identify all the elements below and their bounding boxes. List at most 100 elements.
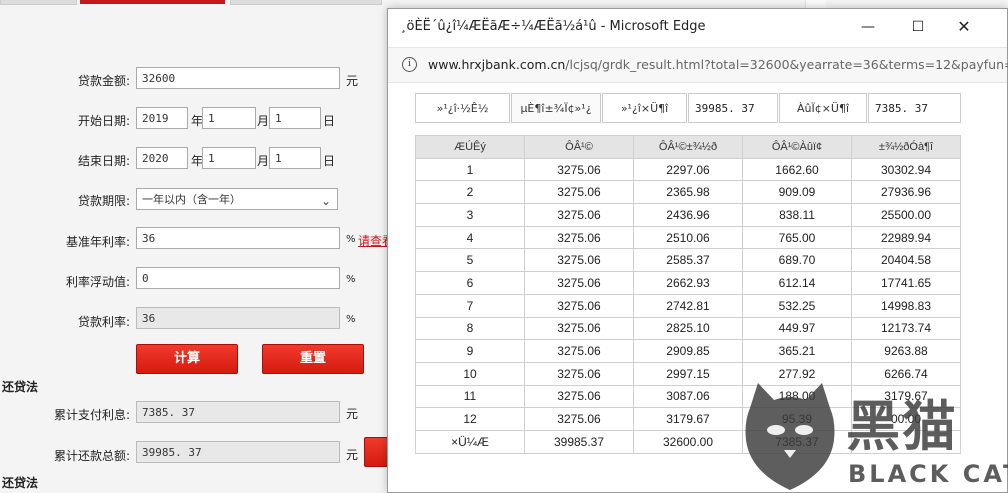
table-cell: 3087.06 — [633, 384, 743, 409]
table-cell: 449.97 — [742, 316, 852, 341]
table-cell: 2742.81 — [633, 293, 743, 318]
table-header-row: ÆÚÊý ÔÂ¹© ÔÂ¹©±¾½ð ÔÂ¹©Àûï¢ ±¾½ðÓà¶î — [415, 135, 961, 159]
table-cell: 3 — [415, 203, 525, 227]
base-rate-unit: % — [346, 234, 356, 245]
table-cell: 3275.06 — [524, 361, 634, 386]
table-row: 7 3275.06 2742.81 532.25 14998.83 — [415, 293, 961, 318]
end-date-label: 结束日期: — [77, 154, 130, 168]
start-date-label: 开始日期: — [77, 114, 130, 128]
table-cell: 14998.83 — [851, 293, 961, 318]
table-cell: 3275.06 — [524, 407, 634, 431]
table-cell: 6266.74 — [851, 361, 961, 386]
table-cell: 188.00 — [742, 384, 852, 409]
table-cell: 3179.67 — [851, 384, 961, 409]
table-cell: 9 — [415, 339, 525, 363]
end-month-input[interactable]: 1 — [202, 147, 256, 169]
column-header: ÔÂ¹© — [524, 135, 634, 159]
loan-term-select[interactable]: 一年以内（含一年） ⌄ — [136, 188, 338, 210]
table-cell: 20404.58 — [851, 248, 961, 273]
table-cell: 5 — [415, 248, 525, 273]
table-cell: 12173.74 — [851, 316, 961, 341]
table-cell: 11 — [415, 384, 525, 409]
float-rate-unit: % — [346, 274, 356, 285]
table-row: 2 3275.06 2365.98 909.09 27936.96 — [415, 180, 961, 205]
table-row: ×Ü¼Æ 39985.37 32600.00 7385.37 — [415, 429, 961, 454]
column-header: ÔÂ¹©±¾½ð — [633, 135, 743, 159]
minimize-button[interactable]: — — [848, 15, 888, 39]
start-month-unit: 月 — [257, 114, 270, 128]
info-icon[interactable]: i — [402, 57, 417, 72]
table-cell: 3275.06 — [524, 316, 634, 341]
summary-repay-total-value: 39985. 37 — [688, 93, 778, 123]
table-cell: 30302.94 — [851, 157, 961, 182]
url-path: /lcjsq/grdk_result.html?total=32600&year… — [565, 57, 1008, 72]
table-cell: 32600.00 — [633, 429, 743, 454]
table-cell: 2436.96 — [633, 203, 743, 227]
table-cell: 277.92 — [742, 361, 852, 386]
table-cell: 2585.37 — [633, 248, 743, 273]
table-cell: 2 — [415, 180, 525, 205]
summary-label-repay-total: »¹¿î×Ü¶î — [602, 93, 687, 123]
table-cell: 3275.06 — [524, 180, 634, 205]
table-row: 4 3275.06 2510.06 765.00 22989.94 — [415, 225, 961, 250]
summary-label-method: »¹¿î·½Ê½ — [415, 93, 510, 123]
table-cell: 8 — [415, 316, 525, 341]
table-row: 11 3275.06 3087.06 188.00 3179.67 — [415, 384, 961, 409]
total-repay-label: 累计还款总额: — [53, 449, 130, 463]
start-day-input[interactable]: 1 — [269, 107, 321, 129]
start-year-input[interactable]: 2019 — [136, 107, 188, 129]
chevron-down-icon: ⌄ — [320, 194, 331, 208]
summary-row: »¹¿î·½Ê½ µÈ¶î±¾Ï¢»¹¿ »¹¿î×Ü¶î 39985. 37 … — [415, 93, 961, 125]
url-text[interactable]: www.hrxjbank.com.cn/lcjsq/grdk_result.ht… — [428, 57, 1008, 72]
summary-label-type: µÈ¶î±¾Ï¢»¹¿ — [511, 93, 601, 123]
start-month-input[interactable]: 1 — [202, 107, 256, 129]
table-cell: 365.21 — [742, 339, 852, 363]
total-interest-unit: 元 — [346, 407, 359, 421]
table-cell: 909.09 — [742, 180, 852, 205]
reset-button[interactable]: 重置 — [262, 344, 364, 374]
table-cell: 39985.37 — [524, 429, 634, 454]
close-button[interactable]: ✕ — [944, 15, 984, 39]
table-cell: 27936.96 — [851, 180, 961, 205]
edge-popup-window[interactable]: ¸öÈË´û¿î¼ÆËãÆ÷¼ÆËã½á¹û - Microsoft Edge … — [387, 8, 1008, 493]
table-row: 5 3275.06 2585.37 689.70 20404.58 — [415, 248, 961, 273]
column-header: ÆÚÊý — [415, 135, 525, 159]
table-cell: 838.11 — [742, 203, 852, 227]
table-cell: 6 — [415, 271, 525, 295]
table-cell: 12 — [415, 407, 525, 431]
table-row: 1 3275.06 2297.06 1662.60 30302.94 — [415, 157, 961, 182]
table-cell: 7385.37 — [742, 429, 852, 454]
total-repay-unit: 元 — [346, 448, 359, 462]
base-rate-input[interactable]: 36 — [136, 227, 340, 249]
table-cell: 3275.06 — [524, 339, 634, 363]
loan-amount-input[interactable]: 32600 — [136, 67, 340, 89]
loan-term-label: 贷款期限: — [77, 194, 130, 208]
table-row: 12 3275.06 3179.67 95.39 00.00 — [415, 407, 961, 431]
tab-active[interactable] — [80, 0, 225, 4]
calculate-button[interactable]: 计算 — [136, 344, 238, 374]
table-row: 9 3275.06 2909.85 365.21 9263.88 — [415, 339, 961, 363]
table-cell: 17741.65 — [851, 271, 961, 295]
window-title: ¸öÈË´û¿î¼ÆËãÆ÷¼ÆËã½á¹û - Microsoft Edge — [400, 19, 706, 34]
window-titlebar[interactable]: ¸öÈË´û¿î¼ÆËãÆ÷¼ÆËã½á¹û - Microsoft Edge … — [388, 9, 1007, 45]
table-cell: 3275.06 — [524, 157, 634, 182]
table-cell: 2909.85 — [633, 339, 743, 363]
table-cell: 612.14 — [742, 271, 852, 295]
tab-left[interactable] — [0, 0, 77, 5]
table-cell: 3275.06 — [524, 248, 634, 273]
address-bar[interactable]: i www.hrxjbank.com.cn/lcjsq/grdk_result.… — [388, 47, 1008, 83]
table-cell: 2825.10 — [633, 316, 743, 341]
table-cell: 1 — [415, 157, 525, 182]
maximize-button[interactable]: ☐ — [898, 15, 938, 39]
summary-label-interest-total: ÀûÏ¢×Ü¶î — [779, 93, 867, 123]
table-cell: 532.25 — [742, 293, 852, 318]
tab-right[interactable] — [230, 0, 382, 5]
table-cell: 3179.67 — [633, 407, 743, 431]
end-year-input[interactable]: 2020 — [136, 147, 188, 169]
loan-rate-unit: % — [346, 314, 356, 325]
table-cell: 4 — [415, 225, 525, 250]
table-cell: 689.70 — [742, 248, 852, 273]
float-rate-input[interactable]: 0 — [136, 267, 340, 289]
end-day-input[interactable]: 1 — [269, 147, 321, 169]
table-cell: 2297.06 — [633, 157, 743, 182]
